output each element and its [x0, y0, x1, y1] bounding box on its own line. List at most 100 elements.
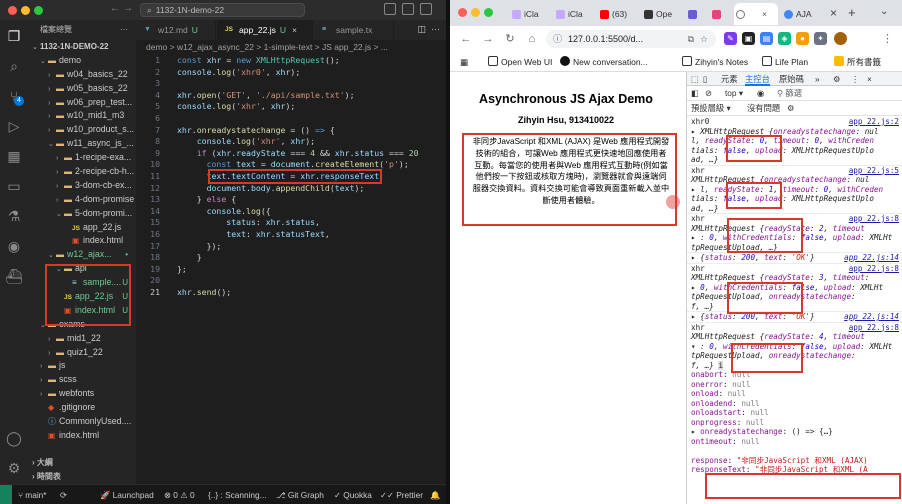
tree-item[interactable]: ◆ .gitignore — [28, 401, 136, 415]
close-tab-icon[interactable]: × — [830, 6, 837, 20]
extension-icon[interactable]: ◈ — [778, 32, 791, 45]
tree-item[interactable]: › ▬ 1-recipe-exa... — [28, 151, 136, 165]
testing-icon[interactable]: ⚗ — [4, 206, 24, 226]
console-settings-icon[interactable]: ⚙ — [787, 101, 794, 116]
tab-elements[interactable]: 元素 — [721, 72, 738, 86]
tab-sample-txt[interactable]: ≡ sample.tx — [314, 20, 394, 40]
explorer-root[interactable]: ⌄ 1132-1N-DEMO-22 — [28, 40, 136, 54]
command-center[interactable]: ⌕ 1132-1N-demo-22 — [140, 3, 305, 17]
tree-item[interactable]: ▣ index.html — [28, 234, 136, 248]
tree-item[interactable]: › ▬ w10_mid1_m3 — [28, 109, 136, 123]
settings-gear-icon[interactable]: ⚙ — [4, 458, 24, 478]
maximize-window-button[interactable] — [484, 8, 493, 17]
account-icon[interactable]: ◯ — [4, 428, 24, 448]
close-tab-icon[interactable]: × — [292, 25, 297, 35]
log-levels-dropdown[interactable]: 預設層級 ▾ — [691, 101, 731, 116]
more-tabs-icon[interactable]: » — [815, 72, 820, 86]
tree-item[interactable]: JS app_22.js — [28, 221, 136, 235]
extension-icon[interactable]: ● — [796, 32, 809, 45]
sidebar-toggle-icon[interactable]: ◧ — [691, 86, 699, 101]
prettier-button[interactable]: ✓✓ Prettier — [380, 485, 423, 504]
quokka-button[interactable]: ✓ Quokka — [334, 485, 372, 504]
more-editor-actions-icon[interactable]: ··· — [431, 24, 440, 34]
outline-section[interactable]: › 大綱 — [28, 456, 136, 470]
minimize-window-button[interactable] — [21, 6, 30, 15]
browser-tab[interactable] — [710, 3, 732, 25]
tree-item[interactable]: › ▬ mid1_22 — [28, 332, 136, 346]
browser-tab[interactable]: (63) — [598, 3, 638, 25]
more-actions-icon[interactable]: ··· — [120, 20, 128, 40]
split-editor-icon[interactable]: ◫ — [417, 24, 426, 35]
git-graph-button[interactable]: ⎇ Git Graph — [276, 485, 324, 504]
notifications-icon[interactable]: 🔔 — [430, 485, 440, 504]
code-editor[interactable]: 1 const xhr = new XMLHttpRequest(); 2 cons… — [136, 55, 446, 298]
more-options-icon[interactable]: ⋮ — [851, 72, 859, 86]
browser-tab[interactable]: AJA — [782, 3, 826, 25]
site-info-icon[interactable]: ⓘ — [553, 30, 562, 48]
extension-icon[interactable]: ✎ — [724, 32, 737, 45]
bookmark-open-web-ui[interactable]: Open Web UI — [488, 52, 552, 72]
new-tab-icon[interactable]: + — [848, 5, 856, 20]
close-devtools-icon[interactable]: × — [867, 72, 872, 86]
tree-item[interactable]: › ▬ scss — [28, 373, 136, 387]
clear-console-icon[interactable]: ⊘ — [705, 86, 712, 101]
bookmark-life-plan[interactable]: Life Plan — [762, 52, 808, 72]
tab-app-22-js[interactable]: JS app_22.js U × — [217, 20, 313, 40]
extensions-icon[interactable]: ▦ — [4, 146, 24, 166]
tab-sources[interactable]: 原始碼 — [779, 72, 804, 86]
tree-item[interactable]: JS app_22.js U — [28, 290, 136, 304]
toggle-sidebar-icon[interactable] — [384, 3, 396, 15]
minimize-window-button[interactable] — [471, 8, 480, 17]
sync-icon[interactable]: ⟳ — [60, 485, 67, 504]
tree-item[interactable]: › ▬ w05_basics_22 — [28, 82, 136, 96]
problems-indicator[interactable]: ⊗ 0 ⚠ 0 — [164, 485, 195, 504]
translate-icon[interactable]: ⧉ — [688, 30, 694, 48]
close-window-button[interactable] — [458, 8, 467, 17]
tab-console[interactable]: 主控台 — [745, 72, 770, 86]
remote-explorer-icon[interactable]: ▭ — [4, 176, 24, 196]
tab-search-icon[interactable]: ⌄ — [880, 6, 888, 17]
tree-item[interactable]: ⌄ ▬ demo — [28, 54, 136, 68]
timeline-section[interactable]: › 時間表 — [28, 470, 136, 484]
tree-item[interactable]: ⌄ ▬ w11_async_js_... — [28, 137, 136, 151]
forward-arrow-icon[interactable]: → — [123, 3, 133, 14]
tree-item[interactable]: ▣ index.html — [28, 429, 136, 443]
chrome-menu-icon[interactable]: ⋮ — [882, 32, 893, 45]
bookmark-zihyin-notes[interactable]: Zihyin's Notes — [682, 52, 748, 72]
inspect-element-icon[interactable]: ⬚ — [691, 72, 699, 86]
forward-icon[interactable]: → — [480, 31, 496, 47]
tab-w12-md[interactable]: ▼ w12.md U — [136, 20, 216, 40]
gitlens-icon[interactable]: ◉ — [4, 236, 24, 256]
extensions-puzzle-icon[interactable]: ✦ — [814, 32, 827, 45]
back-icon[interactable]: ← — [458, 31, 474, 47]
browser-tab-active[interactable]: × — [734, 3, 778, 25]
browser-tab[interactable]: iCla — [554, 3, 594, 25]
tree-item[interactable]: ▣ index.html U — [28, 304, 136, 318]
close-window-button[interactable] — [8, 6, 17, 15]
maximize-window-button[interactable] — [34, 6, 43, 15]
home-icon[interactable]: ⌂ — [524, 31, 540, 47]
console-filter-input[interactable]: ⚲ 篩選 — [777, 86, 802, 101]
device-toolbar-icon[interactable]: ▯ — [703, 72, 708, 86]
breadcrumb[interactable]: demo > w12_ajax_async_22 > 1-simple-text… — [136, 40, 446, 55]
extension-icon[interactable]: ▤ — [760, 32, 773, 45]
browser-tab[interactable]: Ope — [642, 3, 682, 25]
toggle-secondary-sidebar-icon[interactable] — [420, 3, 432, 15]
tree-item[interactable]: › ▬ 4-dom-promise — [28, 193, 136, 207]
context-selector[interactable]: top ▾ — [725, 86, 743, 101]
explorer-icon[interactable]: ❐ — [4, 26, 24, 46]
bookmark-new-conversation[interactable]: New conversation... — [560, 52, 648, 72]
search-icon[interactable]: ⌕ — [4, 56, 24, 76]
tree-item[interactable]: ⌄ ▬ 5-dom-promi... — [28, 207, 136, 221]
browser-tab[interactable] — [686, 3, 708, 25]
live-expression-eye-icon[interactable]: ◉ — [757, 86, 764, 101]
tree-item[interactable]: › ▬ w04_basics_22 — [28, 68, 136, 82]
extension-icon[interactable]: ▣ — [742, 32, 755, 45]
tree-item[interactable]: ≡ sample.... U — [28, 276, 136, 290]
source-link[interactable]: app_22.js:8 — [849, 214, 899, 224]
source-link[interactable]: app_22.js:8 — [849, 323, 899, 333]
tree-item[interactable]: › ▬ quiz1_22 — [28, 346, 136, 360]
tree-item[interactable]: › ▬ 2-recipe-cb-h... — [28, 165, 136, 179]
docker-icon[interactable]: ⛴ — [4, 266, 24, 286]
tree-item[interactable]: › ▬ w06_prep_test... — [28, 96, 136, 110]
